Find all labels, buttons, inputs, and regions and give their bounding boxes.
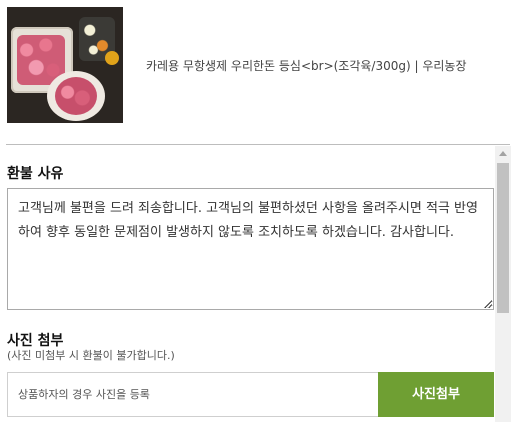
product-summary: 카레용 무항생제 우리한돈 등심<br>(조각육/300g) | 우리농장 — [0, 0, 516, 140]
photo-attach-note: (사진 미첨부 시 환불이 불가합니다.) — [7, 349, 175, 362]
product-name: 카레용 무항생제 우리한돈 등심<br>(조각육/300g) | 우리농장 — [146, 59, 467, 73]
scrollbar-thumb[interactable] — [497, 163, 509, 313]
refund-reason-text: 고객님께 불편을 드려 죄송합니다. 고객님의 불편하셨던 사항을 올려주시면 … — [18, 201, 478, 240]
section-divider — [6, 144, 510, 145]
product-image — [7, 7, 123, 123]
photo-attach-button[interactable]: 사진첨부 — [378, 372, 494, 417]
refund-reason-textarea[interactable]: 고객님께 불편을 드려 죄송합니다. 고객님의 불편하셨던 사항을 올려주시면 … — [7, 188, 494, 310]
vertical-scrollbar[interactable] — [495, 146, 511, 422]
resize-grip-icon[interactable] — [483, 299, 492, 308]
refund-reason-title: 환불 사유 — [7, 166, 64, 182]
photo-file-input[interactable]: 상품하자의 경우 사진을 등록 — [7, 372, 379, 417]
scroll-up-icon[interactable] — [499, 151, 507, 156]
